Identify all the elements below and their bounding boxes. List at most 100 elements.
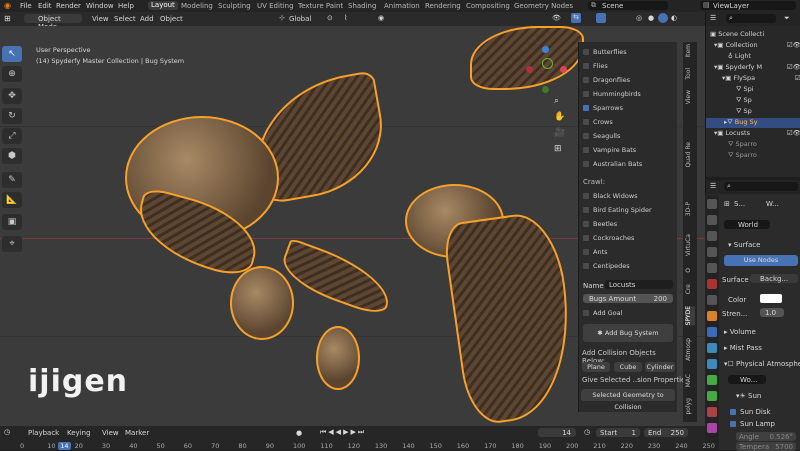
object-props-icon[interactable] [707, 311, 717, 321]
checkbox-icon[interactable] [583, 249, 589, 255]
menu-add[interactable]: Add [140, 15, 154, 23]
cylinder-button[interactable]: Cylinder [645, 362, 675, 372]
surface-panel-header[interactable]: ▾ Surface [728, 241, 760, 249]
outliner-search[interactable]: ⌕ [726, 14, 776, 23]
crawl-checkbox-centipedes[interactable]: Centipedes [583, 262, 675, 274]
tab-tool[interactable]: Tool [685, 68, 695, 80]
zoom-icon[interactable]: ⌕ [554, 96, 559, 106]
fly-checkbox-australian-bats[interactable]: Australian Bats [583, 160, 675, 172]
move-tool-icon[interactable]: ✥ [2, 88, 22, 104]
grid-view-icon[interactable]: ⊞ [554, 144, 562, 154]
material-shading-icon[interactable] [658, 13, 668, 23]
tab-polygon[interactable]: polyg [685, 398, 695, 415]
checkbox-icon[interactable] [583, 63, 589, 69]
tab-rendering[interactable]: Rendering [425, 2, 461, 10]
mode-dropdown[interactable]: Object Mode [24, 14, 82, 31]
pan-hand-icon[interactable]: ✋ [554, 112, 565, 122]
checkbox-icon[interactable] [583, 49, 589, 55]
measure-tool-icon[interactable]: 📐 [2, 192, 22, 208]
snap-icon[interactable]: ⌇ [344, 14, 347, 22]
outliner-row-spyderfy[interactable]: ▾▣ Spyderfy M ☑👁▣ [706, 63, 800, 73]
scale-tool-icon[interactable]: ⤢ [2, 128, 22, 144]
navigation-gizmo[interactable] [520, 46, 570, 96]
orientation-dropdown[interactable]: ⊹ Global [279, 14, 319, 23]
proportional-edit-icon[interactable]: ◉ [378, 14, 384, 22]
sun-disk-checkbox[interactable]: Sun Disk [730, 408, 771, 416]
gizmo-icon[interactable]: ⇆ [571, 13, 581, 23]
timeline-editor-icon[interactable]: ◷ [4, 428, 10, 436]
tool-props-icon[interactable] [707, 199, 717, 209]
wireframe-shading-icon[interactable]: ◎ [636, 14, 642, 22]
scene-props-icon[interactable] [707, 263, 717, 273]
checkbox-icon[interactable] [583, 133, 589, 139]
rendered-shading-icon[interactable]: ◐ [671, 14, 677, 22]
checkbox-icon[interactable] [730, 409, 736, 415]
physics-props-icon[interactable] [707, 359, 717, 369]
editor-type-icon[interactable]: ⊞ [4, 14, 11, 23]
visibility-icon[interactable]: ☑👁▣ [787, 63, 800, 71]
fly-checkbox-vampire-bats[interactable]: Vampire Bats [583, 146, 675, 158]
menu-window[interactable]: Window [86, 2, 114, 10]
fly-checkbox-seagulls[interactable]: Seagulls [583, 132, 675, 144]
pivot-icon[interactable]: ⊙ [327, 14, 333, 22]
sparrow-wing[interactable] [441, 209, 583, 426]
menu-select[interactable]: Select [114, 15, 136, 23]
collection-props-icon[interactable] [707, 295, 717, 305]
data-props-icon[interactable] [707, 391, 717, 401]
fly-checkbox-crows[interactable]: Crows [583, 118, 675, 130]
tab-create[interactable]: Cre [685, 284, 695, 294]
visibility-icon[interactable]: ☑👁▣ [787, 129, 800, 137]
checkbox-icon[interactable] [583, 235, 589, 241]
gizmo-z-icon[interactable] [542, 46, 549, 53]
end-frame-field[interactable]: End 250 [644, 428, 688, 437]
add-bug-system-button[interactable]: ✱ Add Bug System [583, 324, 673, 342]
outliner-row-sparrow[interactable]: ⛛ Sparro [706, 140, 800, 150]
checkbox-icon[interactable] [583, 105, 589, 111]
checkbox-icon[interactable] [583, 221, 589, 227]
sun-lamp-checkbox[interactable]: Sun Lamp [730, 420, 775, 428]
overlay-icon[interactable] [596, 13, 606, 23]
tab-animation[interactable]: Animation [384, 2, 420, 10]
checkbox-icon[interactable] [583, 263, 589, 269]
sun-panel-header[interactable]: ▾☀ Sun [736, 392, 761, 400]
modifier-props-icon[interactable] [707, 327, 717, 337]
world-sub-datablock[interactable]: Wo... [728, 375, 766, 384]
add-goal-checkbox[interactable]: Add Goal [583, 309, 675, 321]
tab-atmosphere[interactable]: Atmosp [685, 338, 695, 361]
properties-search[interactable]: ⌕ [724, 182, 798, 191]
outliner-row-light[interactable]: ♁ Light👁▣ [706, 52, 800, 62]
view-layer-selector[interactable]: ▤ ViewLayer [700, 1, 796, 10]
menu-keying[interactable]: Keying [67, 429, 91, 437]
checkbox-icon[interactable] [583, 119, 589, 125]
tab-modeling[interactable]: Modeling [181, 2, 213, 10]
outliner-row-sp[interactable]: ⛛ Sp [706, 107, 800, 117]
checkbox-icon[interactable] [730, 421, 736, 427]
sparrow-small[interactable] [316, 326, 360, 390]
menu-view[interactable]: View [102, 429, 119, 437]
outliner-row-flyspace[interactable]: ▾▣ FlySpa ☑👁▣ [706, 74, 800, 84]
tab-texture-paint[interactable]: Texture Paint [298, 2, 343, 10]
color-swatch[interactable] [760, 294, 782, 303]
menu-file[interactable]: File [20, 2, 32, 10]
select-box-tool-icon[interactable]: ↖ [2, 46, 22, 62]
visibility-icon[interactable]: ☑👁▣ [795, 74, 800, 82]
menu-object[interactable]: Object [160, 15, 183, 23]
world-props-icon[interactable] [707, 279, 717, 289]
blender-logo-icon[interactable]: ◉ [4, 1, 11, 10]
filter-icon[interactable]: ⏷ [784, 14, 790, 23]
outliner-row-sparrow[interactable]: ⛛ Sparro [706, 151, 800, 161]
visibility-icon[interactable]: 👁 [552, 14, 561, 22]
fly-checkbox-flies[interactable]: Flies [583, 62, 675, 74]
volume-panel-header[interactable]: ▸ Volume [724, 328, 756, 336]
rotate-tool-icon[interactable]: ↻ [2, 108, 22, 124]
add-cube-tool-icon[interactable]: ▣ [2, 214, 22, 230]
outliner-row-locusts[interactable]: ▾▣ Locusts ☑👁▣ [706, 129, 800, 139]
outliner-row-collection[interactable]: ▾▣ Collection ☑👁▣ [706, 41, 800, 51]
playback-controls[interactable]: ⏮◀◀▶▶⏭ [320, 428, 366, 437]
visibility-icon[interactable]: ☑👁▣ [787, 41, 800, 49]
camera-view-icon[interactable]: 🎥 [554, 128, 565, 138]
current-frame-field[interactable]: 14 [538, 428, 576, 437]
tab-mac[interactable]: MAC [685, 374, 695, 387]
outliner-editor-icon[interactable]: ☰ [710, 14, 716, 22]
cube-button[interactable]: Cube [614, 362, 642, 372]
